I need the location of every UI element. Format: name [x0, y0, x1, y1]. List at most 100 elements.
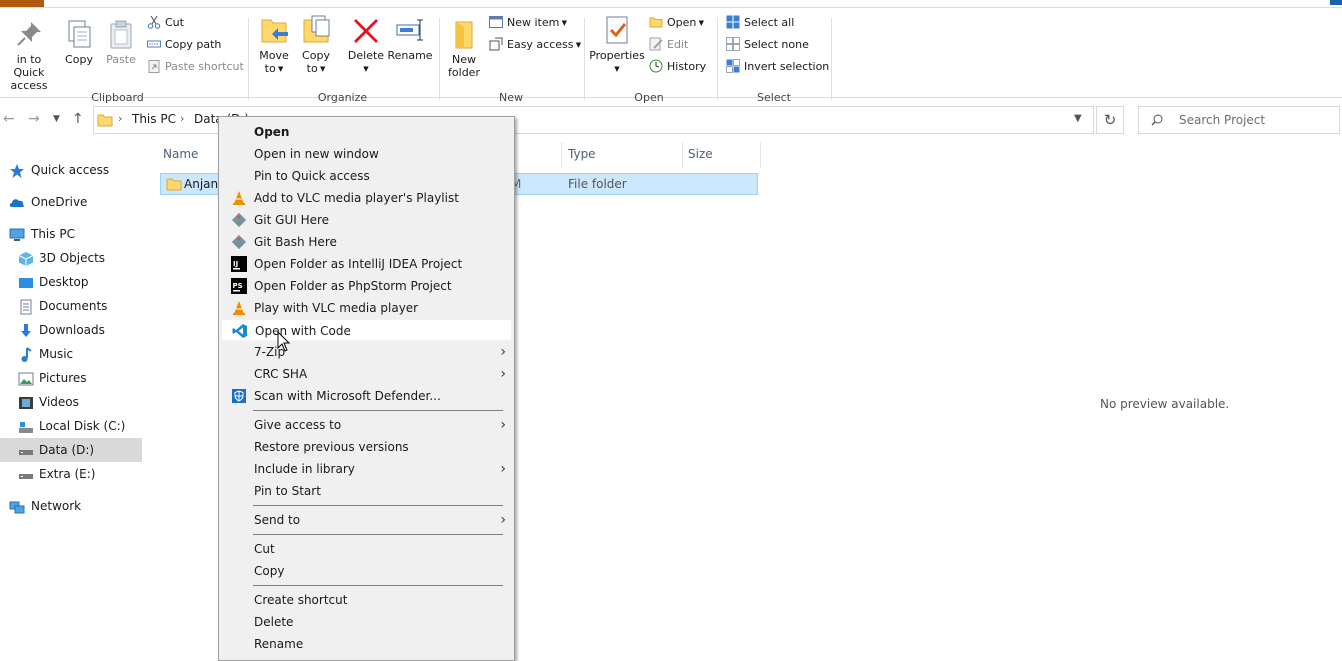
help-accent — [1330, 0, 1342, 5]
pin-label-line2: access — [10, 79, 48, 92]
new-item-button[interactable]: New item ▼ — [489, 14, 567, 32]
menu-item-intellij[interactable]: IJ Open Folder as IntelliJ IDEA Project — [221, 253, 512, 275]
menu-item-send-to[interactable]: Send to › — [221, 509, 512, 531]
forward-arrow-icon[interactable]: → — [28, 111, 40, 127]
menu-item-create-shortcut[interactable]: Create shortcut — [221, 589, 512, 611]
pin-to-quick-access-button[interactable]: in to Quick access — [0, 18, 58, 92]
vlc-cone-icon — [233, 301, 245, 315]
invert-selection-button[interactable]: Invert selection — [726, 58, 829, 76]
select-none-icon — [726, 37, 740, 51]
properties-button[interactable]: Properties ▼ — [589, 14, 645, 76]
menu-item-cut[interactable]: Cut — [221, 538, 512, 560]
menu-separator — [253, 505, 503, 506]
menu-item-open[interactable]: Open — [221, 121, 512, 143]
paste-button[interactable]: Paste — [104, 18, 138, 66]
menu-label: Open with Code — [255, 324, 351, 338]
open-button[interactable]: Open ▼ — [649, 14, 704, 32]
nav-pictures[interactable]: Pictures — [0, 366, 142, 390]
nav-quick-access[interactable]: Quick access — [0, 158, 142, 182]
menu-item-include-library[interactable]: Include in library › — [221, 458, 512, 480]
menu-item-rename[interactable]: Rename — [221, 633, 512, 655]
menu-label: Give access to — [254, 418, 342, 432]
rename-label: Rename — [387, 49, 433, 62]
new-folder-button[interactable]: New folder — [444, 18, 484, 79]
menu-item-pin-start[interactable]: Pin to Start — [221, 480, 512, 502]
up-arrow-icon[interactable]: ↑ — [72, 111, 84, 127]
menu-item-vlc-play[interactable]: Play with VLC media player — [221, 297, 512, 319]
ribbon-separator — [584, 18, 585, 100]
nav-music[interactable]: Music — [0, 342, 142, 366]
menu-item-7zip[interactable]: 7-Zip › — [221, 341, 512, 363]
copy-path-button[interactable]: Copy path — [147, 36, 221, 54]
edit-button[interactable]: Edit — [649, 36, 688, 54]
nav-extra-e[interactable]: Extra (E:) — [0, 462, 142, 486]
menu-item-git-gui[interactable]: Git GUI Here — [221, 209, 512, 231]
menu-item-open-new-window[interactable]: Open in new window — [221, 143, 512, 165]
address-dropdown-chevron-icon[interactable]: ▼ — [1074, 113, 1082, 124]
invert-selection-label: Invert selection — [744, 60, 830, 73]
menu-item-phpstorm[interactable]: PS Open Folder as PhpStorm Project — [221, 275, 512, 297]
copy-to-button[interactable]: Copy to ▼ — [298, 14, 334, 76]
mouse-cursor-icon — [277, 331, 291, 352]
nav-data-d[interactable]: Data (D:) — [0, 438, 142, 462]
menu-item-give-access[interactable]: Give access to › — [221, 414, 512, 436]
column-header-size[interactable]: Size — [688, 147, 713, 161]
column-divider[interactable] — [760, 142, 761, 168]
select-none-button[interactable]: Select none — [726, 36, 809, 54]
menu-item-restore-versions[interactable]: Restore previous versions — [221, 436, 512, 458]
scissors-icon — [147, 15, 161, 29]
search-input[interactable]: Search Project — [1138, 106, 1340, 134]
music-note-icon — [21, 347, 32, 362]
cut-button[interactable]: Cut — [147, 14, 184, 32]
menu-item-defender[interactable]: Scan with Microsoft Defender... — [221, 385, 512, 407]
invert-selection-icon — [726, 59, 740, 73]
new-item-label: New item — [507, 16, 560, 29]
history-button[interactable]: History — [649, 58, 706, 76]
nav-label: OneDrive — [31, 195, 88, 209]
easy-access-button[interactable]: Easy access ▼ — [489, 36, 581, 54]
menu-item-vlc-playlist[interactable]: Add to VLC media player's Playlist — [221, 187, 512, 209]
move-to-button[interactable]: Move to ▼ — [256, 14, 292, 76]
copy-button[interactable]: Copy — [62, 18, 96, 66]
menu-item-open-with-code[interactable]: Open with Code — [221, 319, 512, 341]
select-all-button[interactable]: Select all — [726, 14, 794, 32]
nav-label: Desktop — [39, 275, 89, 289]
menu-item-delete[interactable]: Delete — [221, 611, 512, 633]
back-arrow-icon[interactable]: ← — [3, 111, 15, 127]
delete-button[interactable]: Delete ▼ — [345, 14, 387, 76]
menu-label: Restore previous versions — [254, 440, 409, 454]
rename-icon — [396, 19, 423, 41]
refresh-icon[interactable]: ↻ — [1096, 106, 1124, 134]
nav-downloads[interactable]: Downloads — [0, 318, 142, 342]
menu-label: Open Folder as PhpStorm Project — [254, 279, 452, 293]
menu-item-git-bash[interactable]: Git Bash Here — [221, 231, 512, 253]
nav-label: Local Disk (C:) — [39, 419, 126, 433]
column-header-name[interactable]: Name — [163, 147, 198, 161]
menu-item-copy[interactable]: Copy — [221, 560, 512, 582]
recent-locations-chevron-icon[interactable]: ▼ — [53, 114, 60, 124]
download-arrow-icon — [21, 324, 31, 337]
nav-this-pc[interactable]: This PC — [0, 222, 142, 246]
delete-x-icon — [354, 19, 378, 43]
paste-shortcut-button[interactable]: Paste shortcut — [147, 58, 244, 76]
select-all-label: Select all — [744, 16, 795, 29]
column-divider[interactable] — [561, 142, 562, 168]
nav-network[interactable]: Network — [0, 494, 142, 518]
breadcrumb-this-pc[interactable]: This PC — [132, 112, 176, 126]
document-icon — [20, 299, 32, 315]
column-header-type[interactable]: Type — [568, 147, 596, 161]
file-tab-accent[interactable] — [0, 0, 44, 7]
column-divider[interactable] — [682, 142, 683, 168]
search-placeholder: Search Project — [1179, 113, 1266, 127]
nav-videos[interactable]: Videos — [0, 390, 142, 414]
nav-onedrive[interactable]: OneDrive — [0, 190, 142, 214]
ribbon-separator — [717, 18, 718, 100]
nav-local-disk-c[interactable]: Local Disk (C:) — [0, 414, 142, 438]
nav-3d-objects[interactable]: 3D Objects — [0, 246, 142, 270]
nav-desktop[interactable]: Desktop — [0, 270, 142, 294]
menu-item-pin-quick-access[interactable]: Pin to Quick access — [221, 165, 512, 187]
rename-button[interactable]: Rename — [387, 14, 433, 62]
nav-documents[interactable]: Documents — [0, 294, 142, 318]
cut-label: Cut — [165, 16, 184, 29]
menu-item-crc-sha[interactable]: CRC SHA › — [221, 363, 512, 385]
